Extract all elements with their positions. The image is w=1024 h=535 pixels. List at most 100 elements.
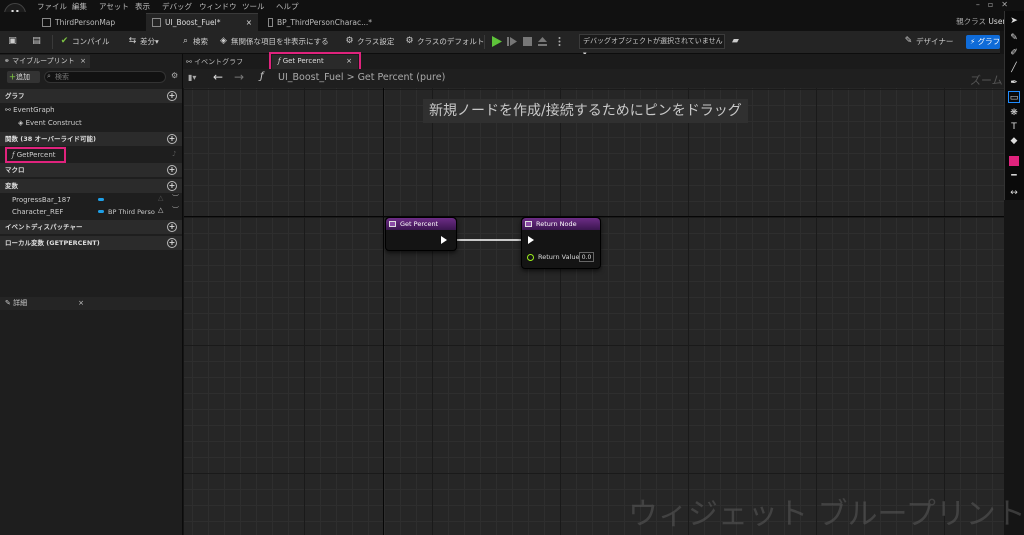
tab-ui-boost-fuel[interactable]: UI_Boost_Fuel* × (146, 13, 258, 31)
menu-asset[interactable]: アセット (99, 1, 129, 12)
close-icon[interactable]: × (78, 297, 84, 310)
window-controls[interactable]: –▫✕ (976, 0, 1016, 9)
add-button[interactable]: ＋追加 (7, 71, 40, 83)
stop-icon[interactable] (522, 36, 533, 47)
graph-options-icon[interactable]: ▮▾ (188, 73, 196, 82)
divider (52, 35, 53, 49)
list-item-event-construct[interactable]: ◈ Event Construct (18, 119, 82, 127)
eraser-icon[interactable]: ◆ (1008, 135, 1020, 147)
list-item-variable[interactable]: ProgressBar_187 (12, 196, 71, 204)
search-placeholder: 検索 (55, 73, 69, 81)
hide-unrelated-button[interactable]: ◈ 無関係な項目を非表示にする (219, 36, 329, 47)
exec-wire[interactable] (450, 236, 530, 244)
tab-bp-thirdpersoncharacter[interactable]: BP_ThirdPersonCharac...* (262, 13, 372, 31)
list-item-variable[interactable]: Character_REF (12, 208, 63, 216)
diff-button[interactable]: ⇆ 差分 ▾ (128, 36, 159, 47)
variable-type[interactable]: BP Third Perso (108, 208, 155, 216)
pencil-icon[interactable]: ✎ (1008, 32, 1020, 44)
details-icon: ✎ (5, 299, 14, 307)
tab-label: ThirdPersonMap (55, 17, 116, 27)
close-icon[interactable]: × (246, 18, 252, 27)
menu-window[interactable]: ウィンドウ (199, 1, 237, 12)
my-blueprint-tab[interactable]: ⚭ マイブループリント × (0, 55, 90, 68)
menu-debug[interactable]: デバッグ (162, 1, 192, 12)
filter-icon: ◈ (220, 36, 227, 46)
brush-icon[interactable]: ✐ (1008, 47, 1020, 59)
rectangle-icon[interactable]: ▭ (1008, 91, 1020, 103)
section-local-variables[interactable]: ローカル変数 (GETPERCENT) + (0, 236, 182, 250)
add-variable-icon[interactable]: + (167, 181, 177, 191)
gear-icon[interactable]: ⚙ (171, 71, 178, 80)
tab-event-graph[interactable]: ⚯ イベントグラフ (186, 57, 243, 67)
float-pin-icon[interactable] (527, 254, 534, 261)
list-item-eventgraph[interactable]: ⚯ EventGraph (5, 106, 55, 114)
line-icon[interactable]: ╱ (1008, 62, 1020, 74)
class-defaults-button[interactable]: ⚙ クラスのデフォルト (405, 36, 484, 47)
visibility-icon[interactable]: △ (158, 194, 163, 202)
text-icon[interactable]: T (1008, 121, 1020, 133)
exec-input-pin[interactable] (528, 236, 534, 244)
add-function-icon[interactable]: + (167, 134, 177, 144)
designer-button[interactable]: ✎ デザイナー (904, 36, 954, 47)
section-macros[interactable]: マクロ + (0, 163, 182, 177)
widget-blueprint-watermark: ウィジェット ブループリント (628, 497, 1024, 532)
debug-filter-icon[interactable]: ▰ (731, 37, 740, 46)
compile-icon: ✔ (60, 36, 69, 46)
graph-icon: ⚯ (186, 58, 195, 66)
details-tab[interactable]: ✎ 詳細 × (0, 297, 182, 310)
search-button[interactable]: ⌕ 検索 (181, 36, 208, 47)
eye-icon[interactable]: ︶ (172, 193, 179, 203)
compile-button[interactable]: ✔ コンパイル (60, 36, 110, 47)
browse-icon[interactable]: ▤ (32, 37, 41, 46)
function-entry-node[interactable]: Get Percent (385, 217, 457, 251)
back-arrow-icon[interactable]: ← (213, 70, 223, 84)
graph-canvas[interactable] (184, 88, 1004, 535)
function-icon: ƒ (260, 71, 264, 82)
add-graph-icon[interactable]: + (167, 91, 177, 101)
cursor-icon[interactable]: ➤ (1008, 15, 1020, 27)
eject-icon[interactable] (537, 36, 548, 47)
class-defaults-label: クラスのデフォルト (417, 37, 485, 46)
exec-output-pin[interactable] (441, 236, 447, 244)
save-icon[interactable]: ▣ (8, 37, 17, 46)
compile-label: コンパイル (72, 37, 110, 46)
breadcrumb-function[interactable]: Get Percent (pure) (358, 72, 446, 83)
add-macro-icon[interactable]: + (167, 165, 177, 175)
return-node[interactable]: Return Node Return Value 0.0 (521, 217, 601, 269)
menu-file[interactable]: ファイル (37, 1, 67, 12)
visibility-icon[interactable]: △ (158, 206, 163, 214)
tab-event-graph-label: イベントグラフ (194, 58, 244, 66)
return-value-input[interactable]: 0.0 (579, 252, 594, 262)
menu-help[interactable]: ヘルプ (276, 1, 299, 12)
stamp-icon[interactable]: ❋ (1008, 107, 1020, 119)
defaults-icon: ⚙ (405, 36, 414, 46)
search-input[interactable]: 検索 (44, 71, 166, 83)
section-graphs[interactable]: グラフ + (0, 89, 182, 103)
menu-edit[interactable]: 編集 (72, 1, 87, 12)
section-event-dispatchers[interactable]: イベントディスパッチャー + (0, 220, 182, 234)
play-icon[interactable] (491, 36, 502, 47)
breadcrumb-blueprint[interactable]: UI_Boost_Fuel (278, 72, 344, 83)
graph-mode-button[interactable]: ⚡ グラフ (966, 35, 1000, 49)
color-swatch-icon[interactable] (1009, 156, 1019, 166)
play-options-icon[interactable] (554, 36, 565, 47)
marker-icon[interactable]: ✒ (1008, 77, 1020, 89)
step-icon[interactable] (507, 36, 518, 47)
stroke-width-icon[interactable]: ━ (1008, 170, 1020, 182)
tab-thirdpersonmap[interactable]: ThirdPersonMap (36, 13, 136, 31)
add-dispatcher-icon[interactable]: + (167, 222, 177, 232)
class-settings-button[interactable]: ⚙ クラス設定 (345, 36, 394, 47)
section-variables[interactable]: 変数 + (0, 179, 182, 193)
graph-mode-label: グラフ (977, 37, 1000, 46)
forward-arrow-icon[interactable]: → (234, 70, 244, 84)
eye-icon[interactable]: ︶ (172, 205, 179, 215)
expand-icon[interactable]: ↔ (1008, 187, 1020, 199)
close-icon[interactable]: × (80, 55, 86, 68)
debug-object-select[interactable]: デバッグオブジェクトが選択されていません ▾ (579, 34, 725, 58)
menu-view[interactable]: 表示 (135, 1, 150, 12)
function-node-icon (389, 221, 396, 227)
breadcrumb: UI_Boost_Fuel > Get Percent (pure) (278, 72, 445, 83)
section-functions[interactable]: 関数 (38 オーバーライド可能) + (0, 132, 182, 146)
add-local-variable-icon[interactable]: + (167, 238, 177, 248)
menu-tools[interactable]: ツール (242, 1, 265, 12)
